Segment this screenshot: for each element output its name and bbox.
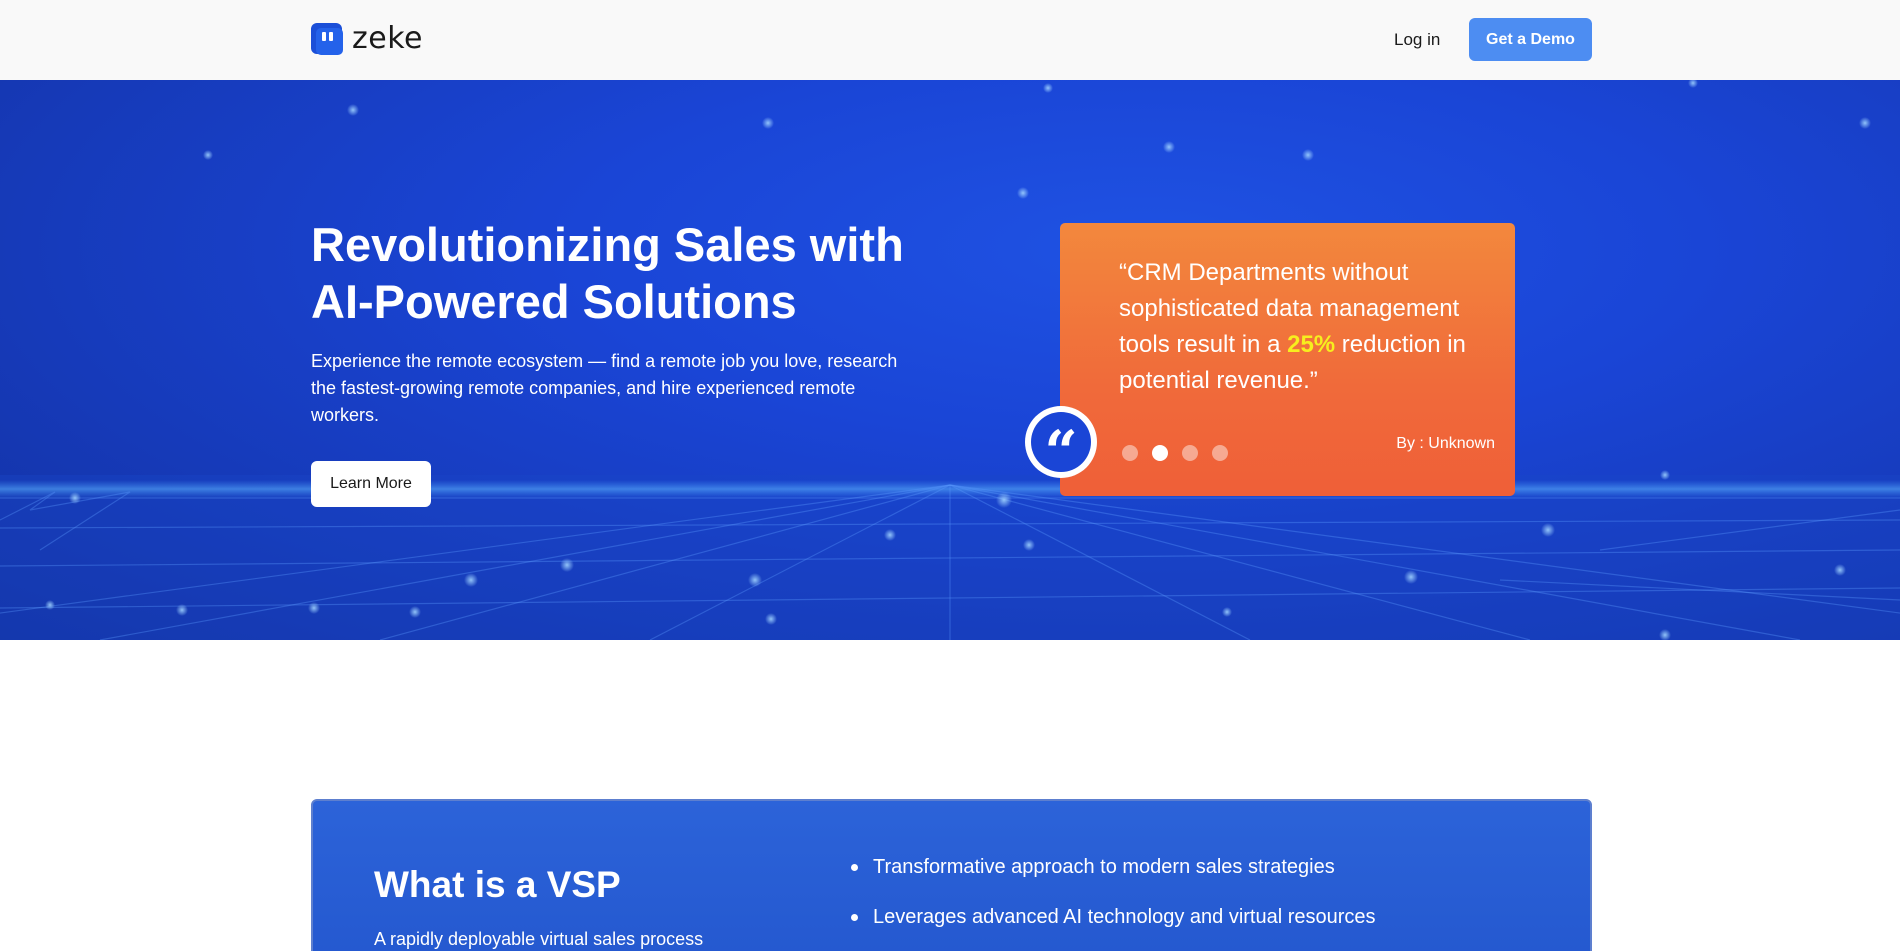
vsp-bullet: Leverages advanced AI technology and vir… bbox=[849, 905, 1376, 951]
get-demo-button[interactable]: Get a Demo bbox=[1469, 18, 1592, 61]
carousel-dot-3[interactable] bbox=[1182, 445, 1198, 461]
quote-highlight: 25% bbox=[1287, 331, 1336, 358]
logo-text: zeke bbox=[352, 21, 423, 56]
carousel-dot-1[interactable] bbox=[1122, 445, 1138, 461]
testimonial-quote: “CRM Departments without sophisticated d… bbox=[1119, 255, 1499, 399]
logo-icon bbox=[311, 22, 344, 56]
login-link[interactable]: Log in bbox=[1380, 26, 1454, 54]
quote-mark-glyph: “ bbox=[1031, 412, 1091, 481]
hero-title: Revolutionizing Sales with AI-Powered So… bbox=[311, 218, 904, 328]
logo[interactable]: zeke bbox=[311, 22, 423, 56]
carousel-dots bbox=[1122, 445, 1228, 461]
vsp-bullet: Transformative approach to modern sales … bbox=[849, 855, 1376, 905]
testimonial-author: By : Unknown bbox=[1396, 435, 1495, 452]
quote-icon: “ bbox=[1025, 406, 1097, 481]
vsp-description: A rapidly deployable virtual sales proce… bbox=[374, 929, 704, 949]
vsp-section: What is a VSP A rapidly deployable virtu… bbox=[311, 799, 1592, 951]
vsp-title: What is a VSP bbox=[374, 864, 621, 905]
carousel-dot-4[interactable] bbox=[1212, 445, 1228, 461]
carousel-dot-2[interactable] bbox=[1152, 445, 1168, 461]
testimonial-card: “CRM Departments without sophisticated d… bbox=[1060, 223, 1515, 496]
learn-more-button[interactable]: Learn More bbox=[311, 461, 431, 507]
hero-grid-background bbox=[0, 80, 1900, 640]
hero-section: Revolutionizing Sales with AI-Powered So… bbox=[0, 80, 1900, 640]
hero-subtitle: Experience the remote ecosystem — find a… bbox=[311, 351, 898, 425]
vsp-bullet-list: Transformative approach to modern sales … bbox=[849, 855, 1376, 951]
site-header: zeke Log in Get a Demo bbox=[0, 0, 1900, 80]
